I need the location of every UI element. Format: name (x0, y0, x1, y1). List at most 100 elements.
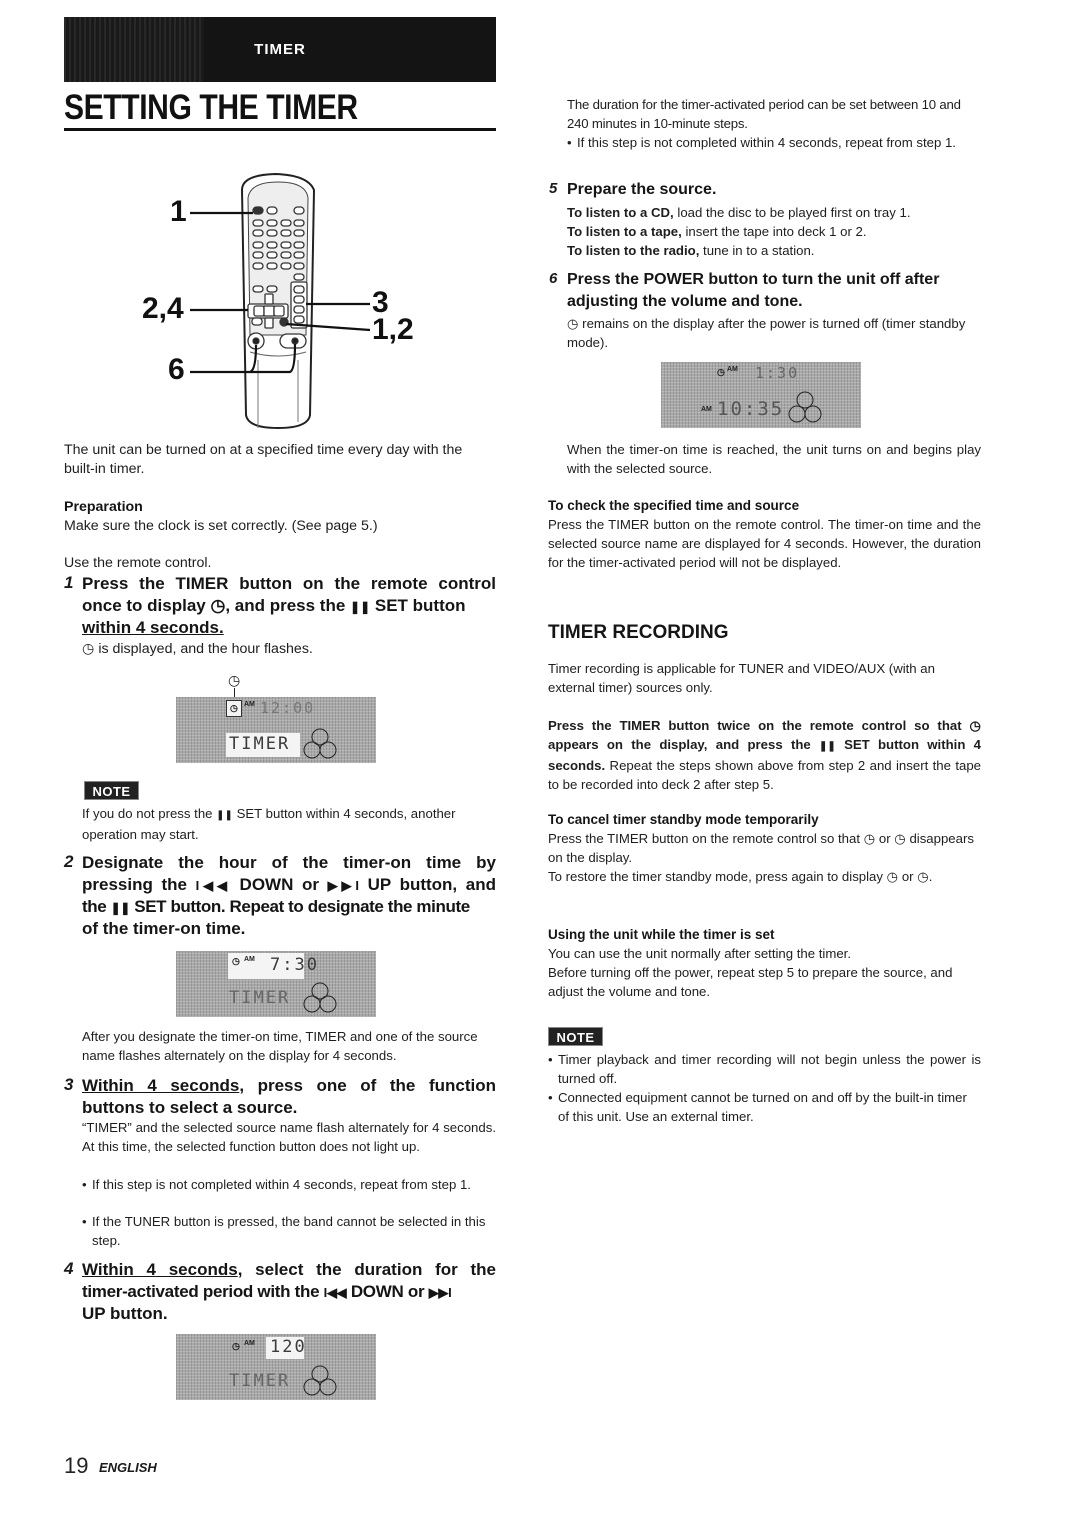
am-indicator: AM (244, 701, 255, 708)
step-3-description: “TIMER” and the selected source name fla… (82, 1120, 496, 1154)
lcd-time: 7:30 (270, 955, 319, 975)
section-banner: TIMER (64, 17, 496, 82)
step-4-line-2: timer-activated period with the I◀◀ DOWN… (82, 1282, 452, 1301)
next-up-icon: ▶▶I (327, 878, 360, 893)
lcd-display-step-4: ◷ AM 120 TIMER (176, 1334, 376, 1400)
timer-rec-icon: ◷ (894, 831, 906, 846)
lcd-duration: 120 (270, 1337, 307, 1357)
disc-tray-icon (788, 391, 822, 423)
note-1-text: If you do not press the ❚❚ SET button wi… (82, 806, 456, 842)
disc-tray-icon (303, 728, 337, 759)
step-6-line-1: Press the POWER button to turn the unit … (567, 271, 940, 288)
disc-tray-icon (303, 982, 337, 1013)
step-5-item-tape: To listen to a tape, insert the tape int… (567, 224, 867, 239)
timer-icon: ◷ (717, 367, 725, 377)
check-heading: To check the specified time and source (548, 498, 800, 513)
callout-step-1-2: 1,2 (372, 313, 414, 346)
lcd-source: TIMER (229, 1371, 291, 1391)
step-6-line-2: adjusting the volume and tone. (567, 293, 803, 310)
step-2-line-3: the ❚❚ SET button. Repeat to designate t… (82, 897, 470, 916)
note-badge: NOTE (548, 1027, 603, 1046)
pause-set-icon: ❚❚ (110, 901, 131, 915)
lcd-display-step-2: ◷ AM 7:30 TIMER (176, 951, 376, 1017)
step-2-description: After you designate the timer-on time, T… (82, 1029, 478, 1063)
lcd-clock-time: 10:35 (717, 398, 785, 420)
step-2-number: 2 (64, 852, 74, 871)
step-3-line-2: buttons to select a source. (82, 1098, 298, 1117)
step-2-line-2: pressing the I◀◀ DOWN or ▶▶I UP button, … (82, 875, 496, 894)
timer-icon: ◷ (232, 956, 240, 966)
preparation-text: Make sure the clock is set correctly. (S… (64, 518, 378, 534)
preparation-heading: Preparation (64, 499, 143, 515)
cancel-text: Press the TIMER button on the remote con… (548, 831, 974, 865)
using-line-1: You can use the unit normally after sett… (548, 946, 851, 961)
step-1-description: ◷ is displayed, and the hour flashes. (82, 641, 313, 657)
remote-control-illustration: 1 2,4 6 3 1,2 (142, 160, 430, 440)
step-4-line-3: UP button. (82, 1304, 168, 1323)
timer-icon: ◷ (230, 703, 238, 713)
prev-down-icon: I◀◀ (195, 878, 231, 893)
lcd-timer-time: 1:30 (755, 364, 800, 382)
restore-text: To restore the timer standby mode, press… (548, 869, 933, 884)
timer-recording-instructions: Press the TIMER button twice on the remo… (548, 718, 981, 792)
use-remote-text: Use the remote control. (64, 555, 212, 571)
lcd-display-step-1: ◷ AM 12:00 TIMER (176, 697, 376, 763)
timer-rec-icon: ◷ (969, 718, 981, 733)
step-3-line-1: Within 4 seconds, press one of the funct… (82, 1076, 496, 1095)
note-badge: NOTE (84, 781, 139, 800)
step-2-line-1: Designate the hour of the timer-on time … (82, 853, 496, 872)
step-6-description: ◷ remains on the display after the power… (567, 316, 966, 350)
cancel-heading: To cancel timer standby mode temporarily (548, 812, 819, 827)
page-number: 19 (64, 1453, 89, 1478)
am-indicator: AM (244, 1340, 255, 1347)
lcd-display-step-6: ◷ AM 1:30 AM 10:35 (661, 362, 861, 428)
timer-icon: ◷ (863, 831, 876, 846)
timer-rec-icon: ◷ (917, 869, 929, 884)
using-line-2: Before turning off the power, repeat ste… (548, 965, 953, 999)
step-4-line-1: Within 4 seconds, select the duration fo… (82, 1260, 496, 1279)
step-5-item-cd: To listen to a CD, load the disc to be p… (567, 205, 911, 220)
page-language: ENGLISH (99, 1460, 157, 1475)
step-5-item-radio: To listen to the radio, tune in to a sta… (567, 243, 815, 258)
disc-tray-icon (303, 1365, 337, 1396)
note-2-bullet-1: • Timer playback and timer recording will… (548, 1052, 981, 1086)
callout-step-6: 6 (168, 353, 185, 386)
prev-down-icon: I◀◀ (323, 1285, 347, 1300)
am-indicator: AM (244, 956, 255, 963)
lcd-time: 12:00 (260, 699, 316, 717)
timer-indicator-callout: ◷ (228, 672, 241, 688)
step-6-after-text: When the timer-on time is reached, the u… (567, 442, 981, 476)
pause-set-icon: ❚❚ (350, 600, 371, 614)
title-divider (64, 128, 496, 131)
step-1-number: 1 (64, 573, 74, 592)
lcd-source: TIMER (229, 734, 291, 754)
next-up-icon: ▶▶I (428, 1285, 452, 1300)
timer-recording-heading: TIMER RECORDING (548, 622, 729, 643)
note-2-bullet-2: • Connected equipment cannot be turned on… (548, 1090, 967, 1124)
timer-icon: ◷ (82, 641, 95, 657)
step-5-number: 5 (549, 180, 558, 197)
timer-recording-intro: Timer recording is applicable for TUNER … (548, 661, 935, 695)
step-1-line-1: Press the TIMER button on the remote con… (82, 574, 496, 593)
section-label: TIMER (254, 41, 306, 58)
step-6-number: 6 (549, 270, 558, 287)
callout-step-2-4: 2,4 (142, 292, 184, 325)
timer-icon: ◷ (567, 316, 579, 331)
pause-set-icon: ❚❚ (216, 810, 233, 821)
page-title: SETTING THE TIMER (64, 88, 358, 127)
timer-icon: ◷ (232, 1341, 240, 1351)
step-4-description: The duration for the timer-activated per… (567, 97, 961, 131)
step-4-bullet: • If this step is not completed within 4 … (567, 135, 956, 150)
step-3-number: 3 (64, 1075, 74, 1094)
using-heading: Using the unit while the timer is set (548, 927, 775, 942)
callout-step-1: 1 (170, 195, 187, 228)
timer-icon: ◷ (886, 869, 899, 884)
step-1-line-2: once to display ◷, and press the ❚❚ SET … (82, 596, 466, 615)
am-indicator: AM (727, 366, 738, 373)
pause-set-icon: ❚❚ (819, 741, 836, 752)
am-indicator: AM (701, 406, 712, 413)
step-5-heading: Prepare the source. (567, 181, 717, 198)
step-1-line-3: within 4 seconds. (82, 618, 224, 637)
check-text: Press the TIMER button on the remote con… (548, 517, 981, 570)
timer-icon: ◷ (210, 596, 226, 615)
